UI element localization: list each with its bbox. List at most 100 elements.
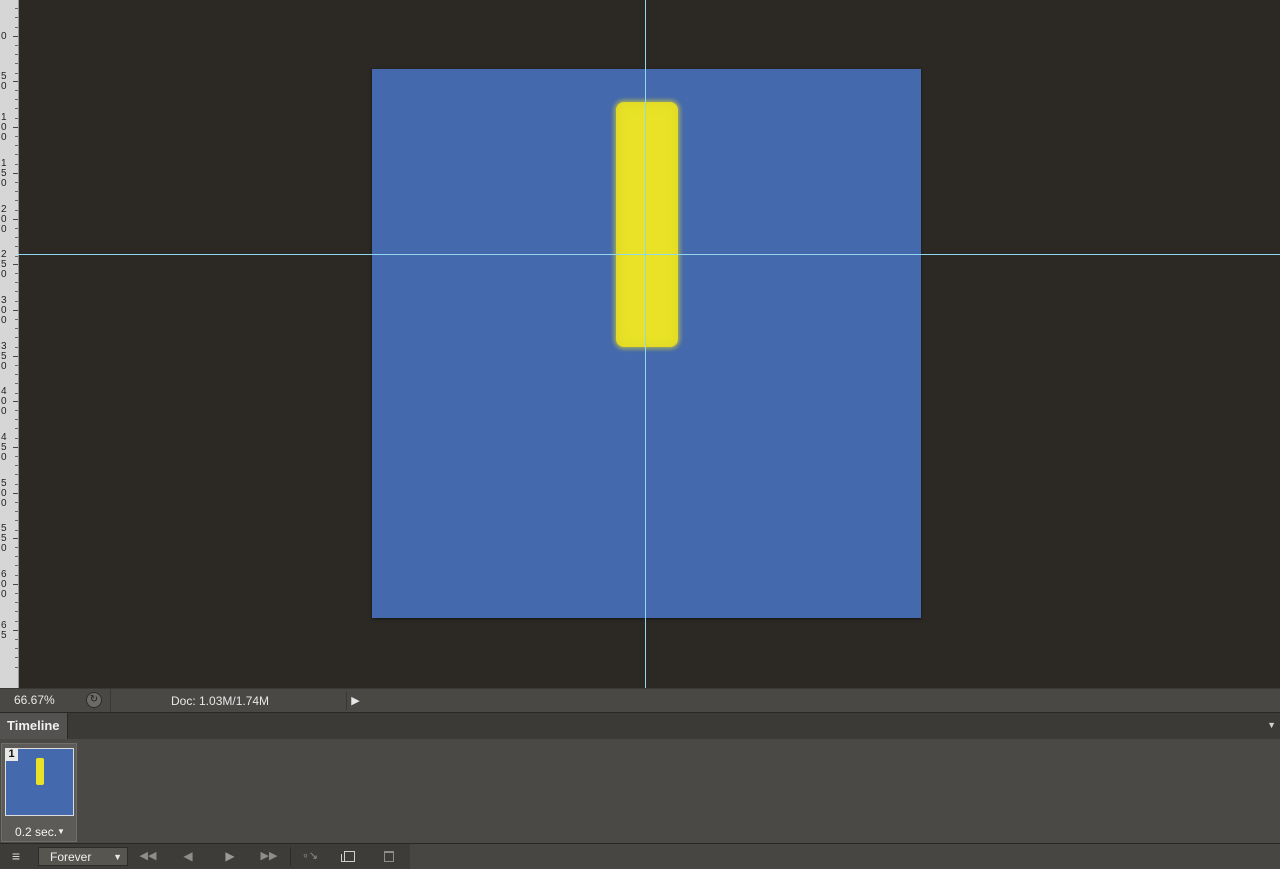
ruler-minor-tick [15, 667, 18, 668]
panel-menu-icon[interactable]: ▼ [1267, 720, 1276, 730]
ruler-tick-label: 2 5 0 [1, 249, 7, 280]
status-bar: 66.67% ↻ Doc: 1.03M/1.74M ▶ [0, 688, 1280, 713]
zoom-level[interactable]: 66.67% [14, 693, 55, 707]
ruler-tick-label: 6 5 [1, 620, 7, 641]
ruler-minor-tick [15, 182, 18, 183]
frame-number: 1 [5, 748, 18, 761]
ruler-tick-label: 1 5 0 [1, 158, 7, 189]
ruler-tick-label: 5 0 [1, 0, 7, 1]
ruler-tick: 5 5 0 [0, 524, 18, 554]
ruler-tick: 3 0 0 [0, 296, 18, 326]
play-icon[interactable]: ▶ [218, 844, 242, 869]
canvas-workspace[interactable]: 5 0 0 5 0 1 0 0 1 5 0 2 0 0 2 5 0 3 0 0 3 5 0 4 0… [0, 0, 1280, 688]
ruler-minor-tick [15, 465, 18, 466]
ruler-tick-label: 5 5 0 [1, 523, 7, 554]
ruler-minor-tick [15, 383, 18, 384]
controls-divider [290, 847, 291, 866]
ruler-minor-tick [15, 328, 18, 329]
ruler-minor-tick [15, 54, 18, 55]
ruler-minor-tick [15, 593, 18, 594]
ruler-minor-tick [15, 90, 18, 91]
ruler-minor-tick [15, 27, 18, 28]
ruler-minor-tick [15, 45, 18, 46]
ruler-minor-tick [15, 108, 18, 109]
ruler-minor-tick [15, 256, 18, 257]
ruler-tick-label: 3 5 0 [1, 341, 7, 372]
ruler-minor-tick [15, 575, 18, 576]
first-frame-icon[interactable]: ◀◀ [136, 844, 160, 869]
ruler-tick: 1 0 0 [0, 113, 18, 143]
ruler-minor-tick [15, 511, 18, 512]
ruler-tick-label: 1 0 0 [1, 112, 7, 143]
ruler-minor-tick [15, 337, 18, 338]
vertical-ruler[interactable]: 5 0 0 5 0 1 0 0 1 5 0 2 0 0 2 5 0 3 0 0 3 5 0 4 0… [0, 0, 19, 688]
timeline-panel-header: Timeline ▼ [0, 712, 1280, 740]
chevron-down-icon: ▼ [113, 852, 122, 862]
horizontal-guide[interactable] [18, 254, 1280, 255]
ruler-minor-tick [15, 611, 18, 612]
previous-frame-icon[interactable]: ◀ [176, 844, 200, 869]
tween-icon[interactable]: ∘↘ [298, 844, 322, 869]
ruler-minor-tick [15, 8, 18, 9]
animation-frame[interactable]: 1 0.2 sec.▼ [1, 743, 77, 842]
ruler-minor-tick [15, 291, 18, 292]
duplicate-frame-icon[interactable] [340, 844, 358, 869]
ruler-tick-label: 5 0 0 [1, 478, 7, 509]
yellow-brush-stroke [616, 102, 678, 347]
status-divider [110, 689, 111, 713]
tab-timeline[interactable]: Timeline [0, 713, 68, 739]
ruler-tick-label: 6 0 0 [1, 569, 7, 600]
ruler-tick-label: 5 0 [1, 71, 7, 92]
ruler-minor-tick [15, 246, 18, 247]
ruler-minor-tick [15, 556, 18, 557]
ruler-tick: 4 0 0 [0, 387, 18, 417]
document-canvas[interactable] [372, 69, 921, 618]
timeline-controls-bar: ≡ Forever ▼ ◀◀ ◀ ▶ ▶▶ ∘↘ [0, 843, 1280, 869]
ruler-minor-tick [15, 210, 18, 211]
ruler-tick-label: 4 0 0 [1, 386, 7, 417]
frame-delay-dropdown[interactable]: 0.2 sec.▼ [2, 825, 78, 839]
ruler-minor-tick [15, 273, 18, 274]
ruler-minor-tick [15, 99, 18, 100]
ruler-minor-tick [15, 63, 18, 64]
ruler-minor-tick [15, 164, 18, 165]
thumbnail-brush-stroke [36, 758, 44, 785]
ruler-minor-tick [15, 419, 18, 420]
ruler-minor-tick [15, 145, 18, 146]
ruler-minor-tick [15, 154, 18, 155]
ruler-minor-tick [15, 73, 18, 74]
ruler-tick: 0 [0, 32, 18, 42]
ruler-minor-tick [15, 648, 18, 649]
ruler-minor-tick [15, 428, 18, 429]
convert-timeline-icon[interactable]: ≡ [4, 844, 28, 869]
ruler-minor-tick [15, 602, 18, 603]
vertical-guide[interactable] [645, 0, 646, 688]
next-frame-icon[interactable]: ▶▶ [256, 844, 282, 869]
trash-glyph [384, 851, 394, 862]
ruler-tick: 2 5 0 [0, 250, 18, 280]
ruler-minor-tick [15, 191, 18, 192]
ruler-minor-tick [15, 301, 18, 302]
export-icon[interactable]: ↻ [86, 692, 102, 708]
ruler-minor-tick [15, 520, 18, 521]
ruler-minor-tick [15, 237, 18, 238]
ruler-minor-tick [15, 657, 18, 658]
ruler-tick: 6 0 0 [0, 570, 18, 600]
ruler-minor-tick [15, 393, 18, 394]
delete-frame-icon[interactable] [378, 844, 400, 869]
frame-delay-value: 0.2 sec. [15, 825, 58, 839]
ruler-minor-tick [15, 374, 18, 375]
ruler-minor-tick [15, 17, 18, 18]
triangle-right-icon[interactable]: ▶ [346, 692, 364, 710]
ruler-tick: 4 5 0 [0, 433, 18, 463]
ruler-minor-tick [15, 282, 18, 283]
document-size-info: Doc: 1.03M/1.74M [171, 694, 270, 708]
ruler-minor-tick [15, 474, 18, 475]
ruler-minor-tick [15, 456, 18, 457]
ruler-minor-tick [15, 530, 18, 531]
loop-options-select[interactable]: Forever ▼ [38, 847, 128, 866]
controls-bar-filler [410, 844, 1280, 869]
ruler-tick: 5 0 0 [0, 479, 18, 509]
ruler-minor-tick [15, 228, 18, 229]
ruler-minor-tick [15, 347, 18, 348]
